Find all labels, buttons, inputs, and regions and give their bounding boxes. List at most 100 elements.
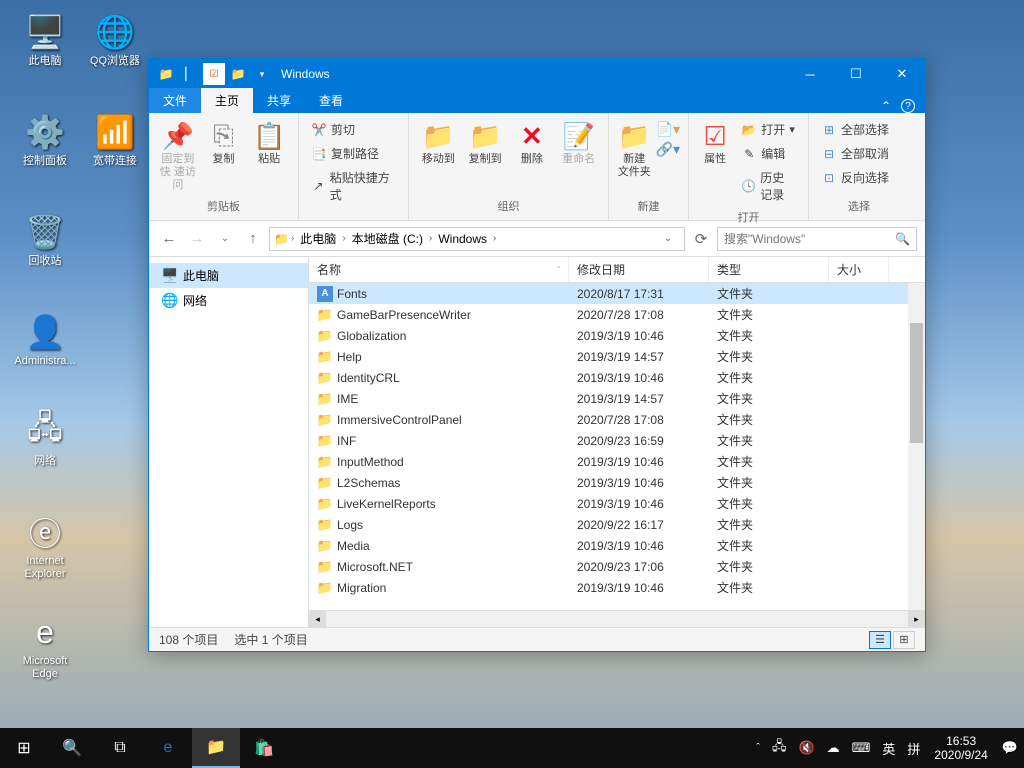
tab-home[interactable]: 主页	[201, 88, 253, 113]
file-row[interactable]: 📁Help2019/3/19 14:57文件夹	[309, 346, 925, 367]
chevron-right-icon[interactable]: ›	[289, 233, 296, 244]
search-icon[interactable]: 🔍	[895, 232, 910, 246]
rename-button[interactable]: 📝重命名	[555, 117, 602, 168]
breadcrumb-segment[interactable]: 此电脑	[296, 230, 340, 247]
file-row[interactable]: 📁Globalization2019/3/19 10:46文件夹	[309, 325, 925, 346]
file-row[interactable]: 📁L2Schemas2019/3/19 10:46文件夹	[309, 472, 925, 493]
tray-expand-icon[interactable]: ˆ	[750, 728, 766, 768]
file-row[interactable]: 📁InputMethod2019/3/19 10:46文件夹	[309, 451, 925, 472]
selectnone-button[interactable]: ⊟全部取消	[817, 143, 893, 164]
search-box[interactable]: 🔍	[717, 227, 917, 251]
volume-tray-icon[interactable]: 🔇	[792, 728, 820, 768]
desktop-icon[interactable]: 📶宽带连接	[80, 112, 150, 168]
explorer-taskbar-icon[interactable]: 📁	[192, 728, 240, 768]
pin-button[interactable]: 📌固定到快 速访问	[155, 117, 201, 195]
file-row[interactable]: 📁GameBarPresenceWriter2020/7/28 17:08文件夹	[309, 304, 925, 325]
col-size[interactable]: 大小	[829, 257, 889, 282]
vertical-scrollbar[interactable]	[908, 283, 925, 610]
desktop-icon[interactable]: ⚙️控制面板	[10, 112, 80, 168]
maximize-button[interactable]: ☐	[833, 59, 879, 89]
desktop-icon[interactable]: 👤Administra...	[10, 312, 80, 368]
view-icons-button[interactable]: ⊞	[893, 631, 915, 649]
start-button[interactable]: ⊞	[0, 728, 48, 768]
refresh-button[interactable]: ⟳	[689, 227, 713, 251]
qat-dropdown-icon[interactable]: ▾	[251, 63, 273, 85]
ime-keyboard-icon[interactable]: ⌨	[846, 728, 877, 768]
store-taskbar-icon[interactable]: 🛍️	[240, 728, 288, 768]
properties-button[interactable]: ☑属性	[695, 117, 735, 168]
file-row[interactable]: 📁IdentityCRL2019/3/19 10:46文件夹	[309, 367, 925, 388]
paste-button[interactable]: 📋粘贴	[246, 117, 292, 168]
ribbon-collapse-icon[interactable]: ⌃	[881, 99, 891, 113]
desktop-icon[interactable]: 🗑️回收站	[10, 212, 80, 268]
network-tray-icon[interactable]: 🖧	[766, 728, 793, 768]
ime-mode-indicator[interactable]: 拼	[901, 728, 926, 768]
nav-thispc[interactable]: 🖥️此电脑	[149, 263, 308, 288]
action-center-icon[interactable]: 💬	[996, 728, 1024, 768]
desktop-icon[interactable]: 🌐QQ浏览器	[80, 12, 150, 68]
chevron-right-icon[interactable]: ›	[340, 233, 347, 244]
tab-file[interactable]: 文件	[149, 88, 201, 113]
nav-network[interactable]: 🌐网络	[149, 288, 308, 313]
help-icon[interactable]: ?	[901, 99, 915, 113]
open-button[interactable]: 📂打开▾	[737, 119, 800, 140]
file-row[interactable]: 📁Media2019/3/19 10:46文件夹	[309, 535, 925, 556]
file-row[interactable]: 📁Logs2020/9/22 16:17文件夹	[309, 514, 925, 535]
copy-button[interactable]: ⎘复制	[201, 117, 247, 168]
easyaccess-icon[interactable]: 🔗▾	[656, 141, 680, 158]
horizontal-scrollbar[interactable]: ◂ ▸	[309, 610, 925, 627]
view-details-button[interactable]: ☰	[869, 631, 891, 649]
tab-view[interactable]: 查看	[305, 88, 357, 113]
breadcrumb-segment[interactable]: Windows	[434, 232, 491, 246]
copyto-button[interactable]: 📁复制到	[462, 117, 509, 168]
copypath-button[interactable]: 📑复制路径	[307, 143, 400, 164]
edit-button[interactable]: ✎编辑	[737, 143, 800, 164]
tab-share[interactable]: 共享	[253, 88, 305, 113]
selectall-button[interactable]: ⊞全部选择	[817, 119, 893, 140]
close-button[interactable]: ✕	[879, 59, 925, 89]
file-row[interactable]: 📁Migration2019/3/19 10:46文件夹	[309, 577, 925, 598]
qat-newfolder-icon[interactable]: 📁	[227, 63, 249, 85]
col-name[interactable]: 名称ˆ	[309, 257, 569, 282]
pasteshortcut-button[interactable]: ↗粘贴快捷方式	[307, 167, 400, 205]
onedrive-tray-icon[interactable]: ☁	[821, 728, 846, 768]
moveto-button[interactable]: 📁移动到	[415, 117, 462, 168]
file-row[interactable]: 📁IME2019/3/19 14:57文件夹	[309, 388, 925, 409]
col-date[interactable]: 修改日期	[569, 257, 709, 282]
addr-dropdown-icon[interactable]: ⌄	[656, 227, 680, 251]
minimize-button[interactable]: ─	[787, 59, 833, 89]
file-row[interactable]: 📁Microsoft.NET2020/9/23 17:06文件夹	[309, 556, 925, 577]
cut-button[interactable]: ✂️剪切	[307, 119, 400, 140]
file-row[interactable]: 📁ImmersiveControlPanel2020/7/28 17:08文件夹	[309, 409, 925, 430]
desktop-icon[interactable]: 🖥️此电脑	[10, 12, 80, 68]
edge-taskbar-icon[interactable]: e	[144, 728, 192, 768]
titlebar[interactable]: 📁 ▏ ☑ 📁 ▾ Windows ─ ☐ ✕	[149, 59, 925, 89]
ime-lang-indicator[interactable]: 英	[876, 728, 901, 768]
file-row[interactable]: AFonts2020/8/17 17:31文件夹	[309, 283, 925, 304]
scrollbar-thumb[interactable]	[910, 323, 923, 443]
taskview-button[interactable]: ⧉	[96, 728, 144, 768]
col-type[interactable]: 类型	[709, 257, 829, 282]
desktop-icon[interactable]: eMicrosoft Edge	[10, 612, 80, 681]
file-row[interactable]: 📁LiveKernelReports2019/3/19 10:46文件夹	[309, 493, 925, 514]
address-bar[interactable]: 📁 › 此电脑 › 本地磁盘 (C:) › Windows › ⌄	[269, 227, 685, 251]
chevron-right-icon[interactable]: ›	[491, 233, 498, 244]
up-button[interactable]: ↑	[241, 227, 265, 251]
history-button[interactable]: 🕓历史记录	[737, 167, 800, 205]
desktop-icon[interactable]: 🖧网络	[10, 412, 80, 468]
desktop-icon[interactable]: ⓔInternet Explorer	[10, 512, 80, 581]
scroll-right-icon[interactable]: ▸	[908, 611, 925, 628]
clock[interactable]: 16:53 2020/9/24	[926, 734, 995, 763]
back-button[interactable]: ←	[157, 227, 181, 251]
scroll-left-icon[interactable]: ◂	[309, 611, 326, 628]
file-list[interactable]: AFonts2020/8/17 17:31文件夹📁GameBarPresence…	[309, 283, 925, 610]
newfolder-button[interactable]: 📁新建 文件夹	[615, 117, 654, 181]
invert-button[interactable]: ⊡反向选择	[817, 167, 893, 188]
delete-button[interactable]: ✕删除	[509, 117, 556, 168]
breadcrumb-segment[interactable]: 本地磁盘 (C:)	[348, 230, 427, 247]
newitem-icon[interactable]: 📄▾	[656, 121, 680, 138]
file-row[interactable]: 📁INF2020/9/23 16:59文件夹	[309, 430, 925, 451]
recent-dropdown[interactable]: ⌄	[213, 227, 237, 251]
forward-button[interactable]: →	[185, 227, 209, 251]
search-input[interactable]	[724, 232, 895, 246]
